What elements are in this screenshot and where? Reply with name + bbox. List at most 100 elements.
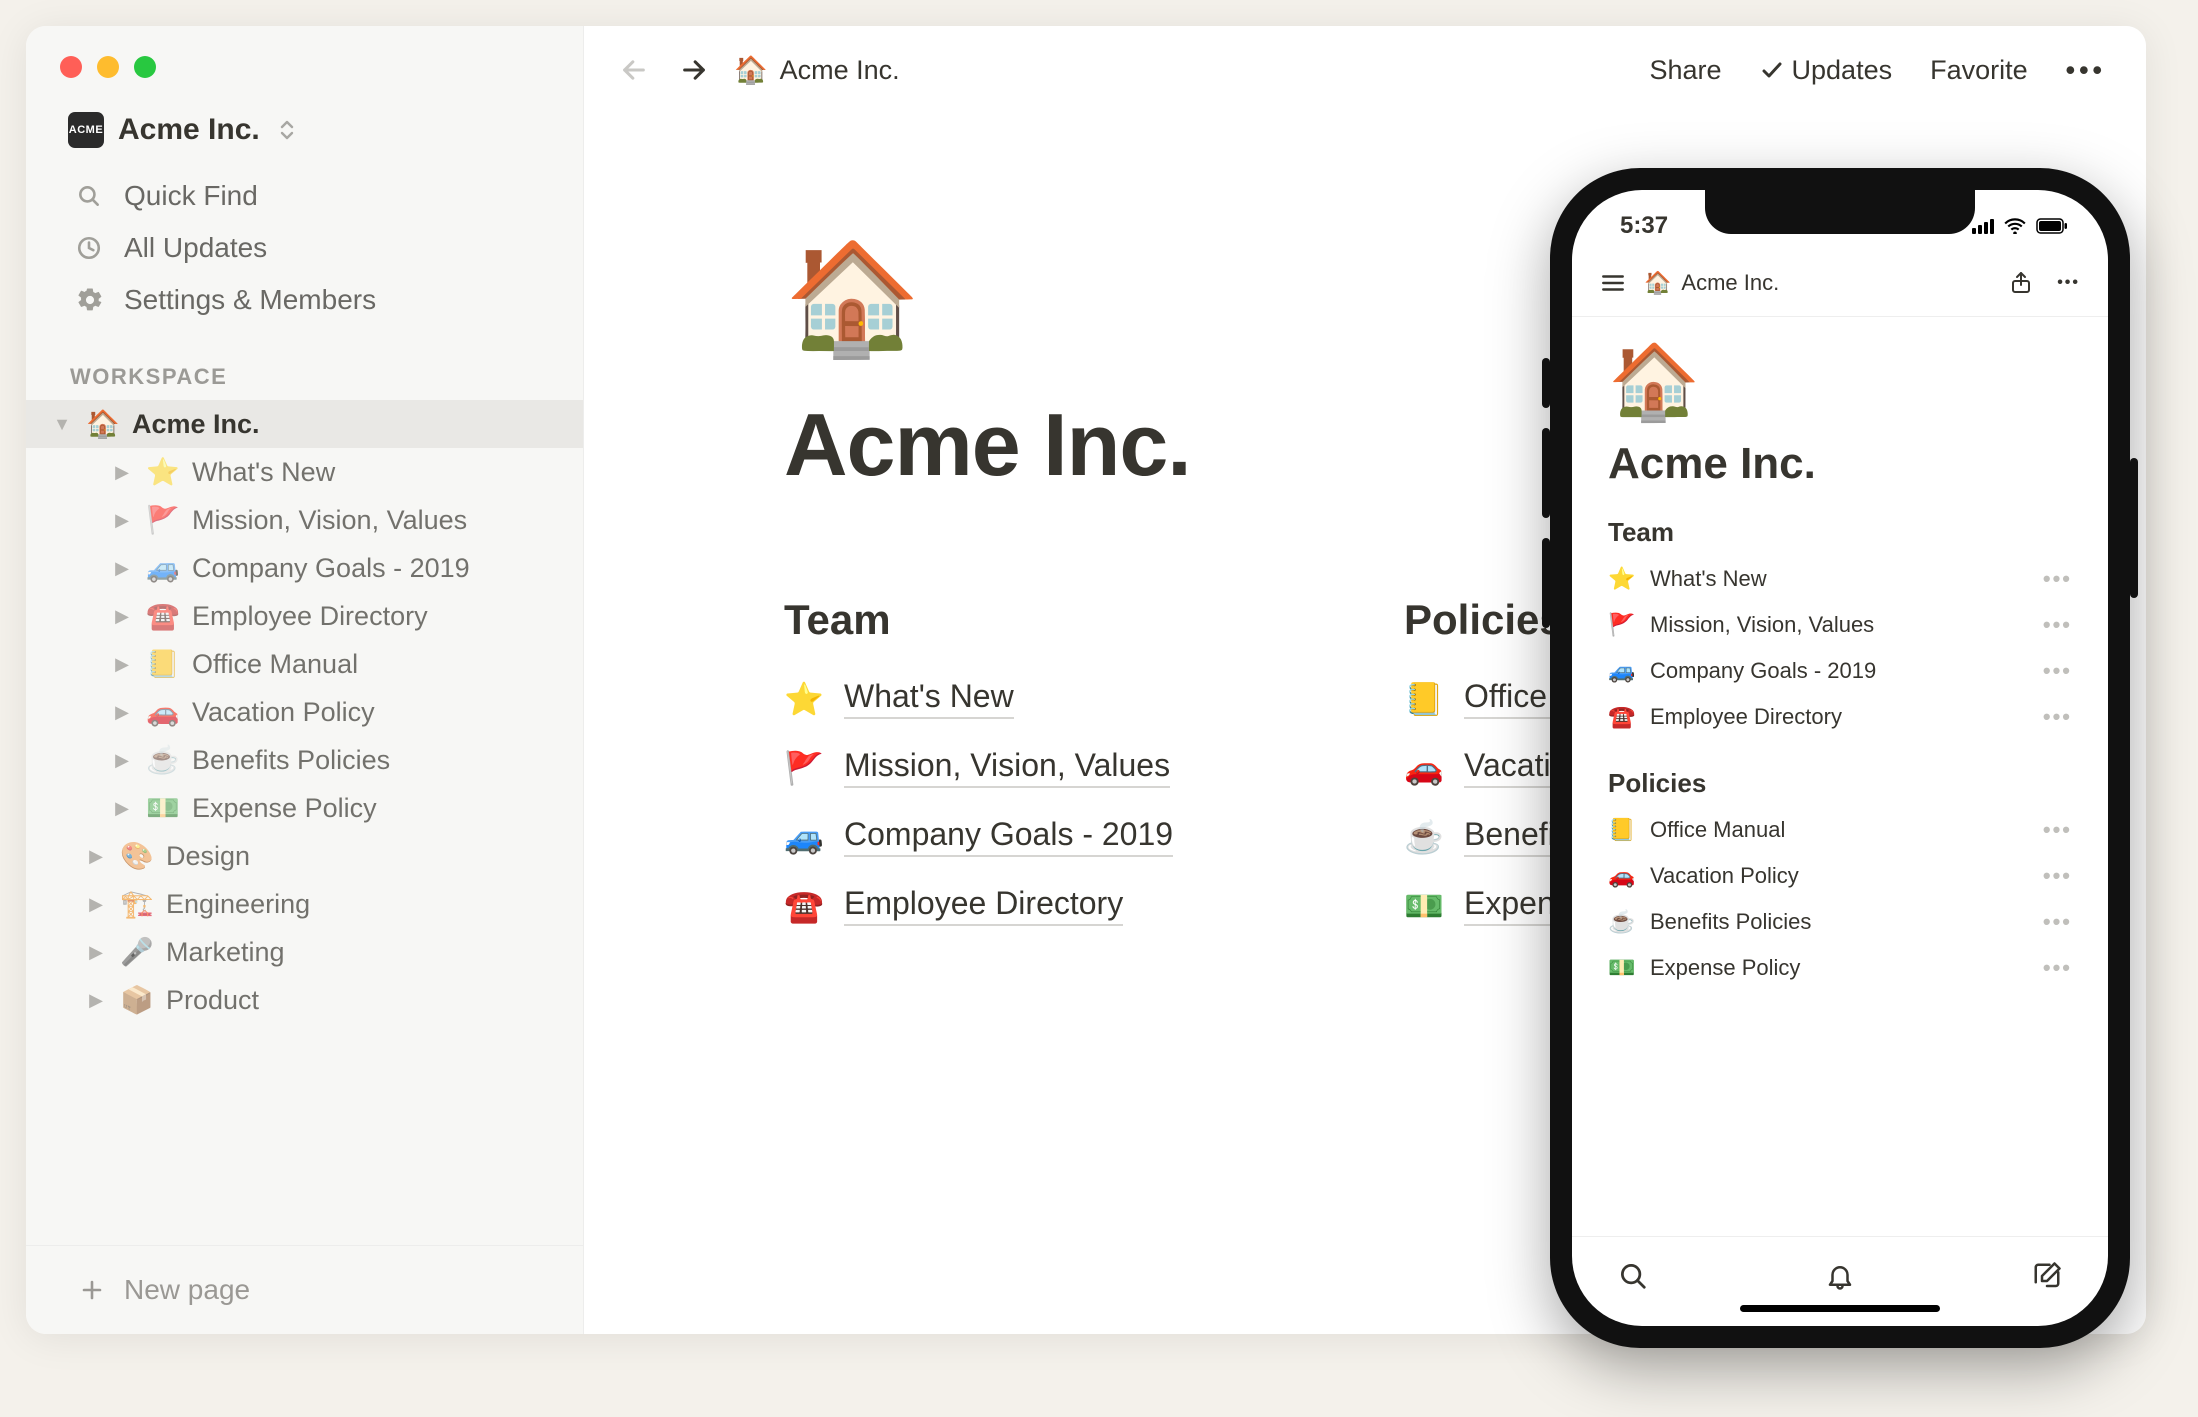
mobile-section-heading[interactable]: Policies <box>1608 768 2072 799</box>
phone-silence-switch <box>1542 358 1550 408</box>
maximize-window-button[interactable] <box>134 56 156 78</box>
page-link-icon: ☕ <box>1404 818 1444 856</box>
chevron-right-icon[interactable]: ▶ <box>110 510 134 531</box>
more-menu-button[interactable]: ••• <box>2066 55 2106 86</box>
nav-back-button[interactable] <box>614 56 654 84</box>
new-page-button[interactable]: New page <box>26 1245 583 1334</box>
mobile-breadcrumb[interactable]: 🏠 Acme Inc. <box>1644 270 1779 296</box>
mobile-page-link-label: Vacation Policy <box>1650 863 1799 889</box>
nav-forward-button[interactable] <box>674 56 714 84</box>
mobile-page-link[interactable]: 🚙Company Goals - 2019••• <box>1608 648 2072 694</box>
tree-item[interactable]: ▼🏠Acme Inc. <box>26 400 583 448</box>
mobile-row-menu-button[interactable]: ••• <box>2043 863 2072 889</box>
chevron-right-icon[interactable]: ▶ <box>84 990 108 1011</box>
chevron-right-icon[interactable]: ▶ <box>84 942 108 963</box>
home-indicator[interactable] <box>1740 1305 1940 1312</box>
mobile-page-title[interactable]: Acme Inc. <box>1608 439 2072 489</box>
workspace-switcher[interactable]: ACME Acme Inc. <box>26 98 583 166</box>
breadcrumb-label: Acme Inc. <box>780 55 900 86</box>
mobile-compose-button[interactable] <box>2032 1261 2062 1291</box>
mobile-page-link[interactable]: 📒Office Manual••• <box>1608 807 2072 853</box>
tree-item[interactable]: ▶🎨Design <box>26 832 583 880</box>
tree-item-icon: ☎️ <box>146 600 180 632</box>
mobile-page-link[interactable]: 🚗Vacation Policy••• <box>1608 853 2072 899</box>
tree-item[interactable]: ▶🚩Mission, Vision, Values <box>26 496 583 544</box>
topbar: 🏠 Acme Inc. Share Updates Favorite ••• <box>584 26 2146 114</box>
mobile-page-link-icon: ☕ <box>1608 909 1636 935</box>
breadcrumb-icon: 🏠 <box>734 54 768 86</box>
tree-item[interactable]: ▶🎤Marketing <box>26 928 583 976</box>
column-heading[interactable]: Team <box>784 596 1304 644</box>
mobile-page-link[interactable]: ☎️Employee Directory••• <box>1608 694 2072 740</box>
chevron-down-icon[interactable]: ▼ <box>50 414 74 435</box>
chevron-right-icon[interactable]: ▶ <box>110 654 134 675</box>
sidebar-all-updates[interactable]: All Updates <box>26 222 583 274</box>
minimize-window-button[interactable] <box>97 56 119 78</box>
mobile-page-link-icon: ☎️ <box>1608 704 1636 730</box>
mobile-page-link[interactable]: ☕Benefits Policies••• <box>1608 899 2072 945</box>
tree-item[interactable]: ▶⭐What's New <box>26 448 583 496</box>
tree-item[interactable]: ▶ ☎️ Employee Directory <box>26 592 583 640</box>
mobile-row-menu-button[interactable]: ••• <box>2043 909 2072 935</box>
tree-item[interactable]: ▶📦Product <box>26 976 583 1024</box>
tree-item-icon: 💵 <box>146 792 180 824</box>
hamburger-menu-button[interactable] <box>1600 270 1626 296</box>
tree-item[interactable]: ▶🚙Company Goals - 2019 <box>26 544 583 592</box>
mobile-row-menu-button[interactable]: ••• <box>2043 566 2072 592</box>
tree-item[interactable]: ▶💵Expense Policy <box>26 784 583 832</box>
mobile-page-link[interactable]: ⭐What's New••• <box>1608 556 2072 602</box>
mobile-page-link[interactable]: 💵Expense Policy••• <box>1608 945 2072 991</box>
chevron-right-icon[interactable]: ▶ <box>84 846 108 867</box>
chevron-right-icon[interactable]: ▶ <box>110 606 134 627</box>
chevron-right-icon[interactable]: ▶ <box>84 894 108 915</box>
tree-item-label: Benefits Policies <box>192 745 563 776</box>
mobile-breadcrumb-label: Acme Inc. <box>1681 270 1779 296</box>
mobile-notifications-button[interactable] <box>1825 1261 1855 1291</box>
tree-item-label: Employee Directory <box>192 601 563 632</box>
mobile-page-link[interactable]: 🚩Mission, Vision, Values••• <box>1608 602 2072 648</box>
page-link[interactable]: 🚩Mission, Vision, Values <box>784 733 1304 802</box>
tree-item[interactable]: ▶🚗Vacation Policy <box>26 688 583 736</box>
mobile-row-menu-button[interactable]: ••• <box>2043 612 2072 638</box>
sidebar-quick-find[interactable]: Quick Find <box>26 170 583 222</box>
tree-item-label: Acme Inc. <box>132 409 563 440</box>
page-column: Team⭐What's New🚩Mission, Vision, Values🚙… <box>784 596 1304 940</box>
mobile-row-menu-button[interactable]: ••• <box>2043 817 2072 843</box>
chevron-right-icon[interactable]: ▶ <box>110 702 134 723</box>
mobile-row-menu-button[interactable]: ••• <box>2043 704 2072 730</box>
page-link-icon: ⭐ <box>784 680 824 718</box>
mobile-section: Policies📒Office Manual•••🚗Vacation Polic… <box>1608 768 2072 991</box>
phone-notch <box>1705 190 1975 234</box>
mobile-row-menu-button[interactable]: ••• <box>2043 658 2072 684</box>
share-icon-button[interactable] <box>2009 271 2033 295</box>
page-link[interactable]: 🚙Company Goals - 2019 <box>784 802 1304 871</box>
chevron-right-icon[interactable]: ▶ <box>110 558 134 579</box>
chevron-right-icon[interactable]: ▶ <box>110 750 134 771</box>
mobile-breadcrumb-icon: 🏠 <box>1644 270 1671 296</box>
page-link-icon: 🚙 <box>784 818 824 856</box>
page-link[interactable]: ⭐ What's New <box>784 664 1304 733</box>
tree-item[interactable]: ▶🏗️Engineering <box>26 880 583 928</box>
tree-item[interactable]: ▶☕Benefits Policies <box>26 736 583 784</box>
mobile-page-icon[interactable]: 🏠 <box>1608 345 2072 419</box>
chevron-up-down-icon <box>278 118 296 142</box>
favorite-button[interactable]: Favorite <box>1930 55 2028 86</box>
chevron-right-icon[interactable]: ▶ <box>110 462 134 483</box>
signal-icon <box>1972 219 1994 234</box>
page-link-icon: 💵 <box>1404 887 1444 925</box>
all-updates-label: All Updates <box>124 232 267 264</box>
page-link-label: What's New <box>844 678 1014 719</box>
close-window-button[interactable] <box>60 56 82 78</box>
updates-button[interactable]: Updates <box>1760 55 1893 86</box>
mobile-row-menu-button[interactable]: ••• <box>2043 955 2072 981</box>
tree-item[interactable]: ▶📒Office Manual <box>26 640 583 688</box>
mobile-section-heading[interactable]: Team <box>1608 517 2072 548</box>
share-button[interactable]: Share <box>1649 55 1721 86</box>
mobile-search-button[interactable] <box>1618 1261 1648 1291</box>
page-link[interactable]: ☎️Employee Directory <box>784 871 1304 940</box>
chevron-right-icon[interactable]: ▶ <box>110 798 134 819</box>
mobile-more-menu-button[interactable]: ••• <box>2057 274 2080 292</box>
sidebar-settings-members[interactable]: Settings & Members <box>26 274 583 326</box>
mobile-page-link-icon: ⭐ <box>1608 566 1636 592</box>
breadcrumb[interactable]: 🏠 Acme Inc. <box>734 54 900 86</box>
